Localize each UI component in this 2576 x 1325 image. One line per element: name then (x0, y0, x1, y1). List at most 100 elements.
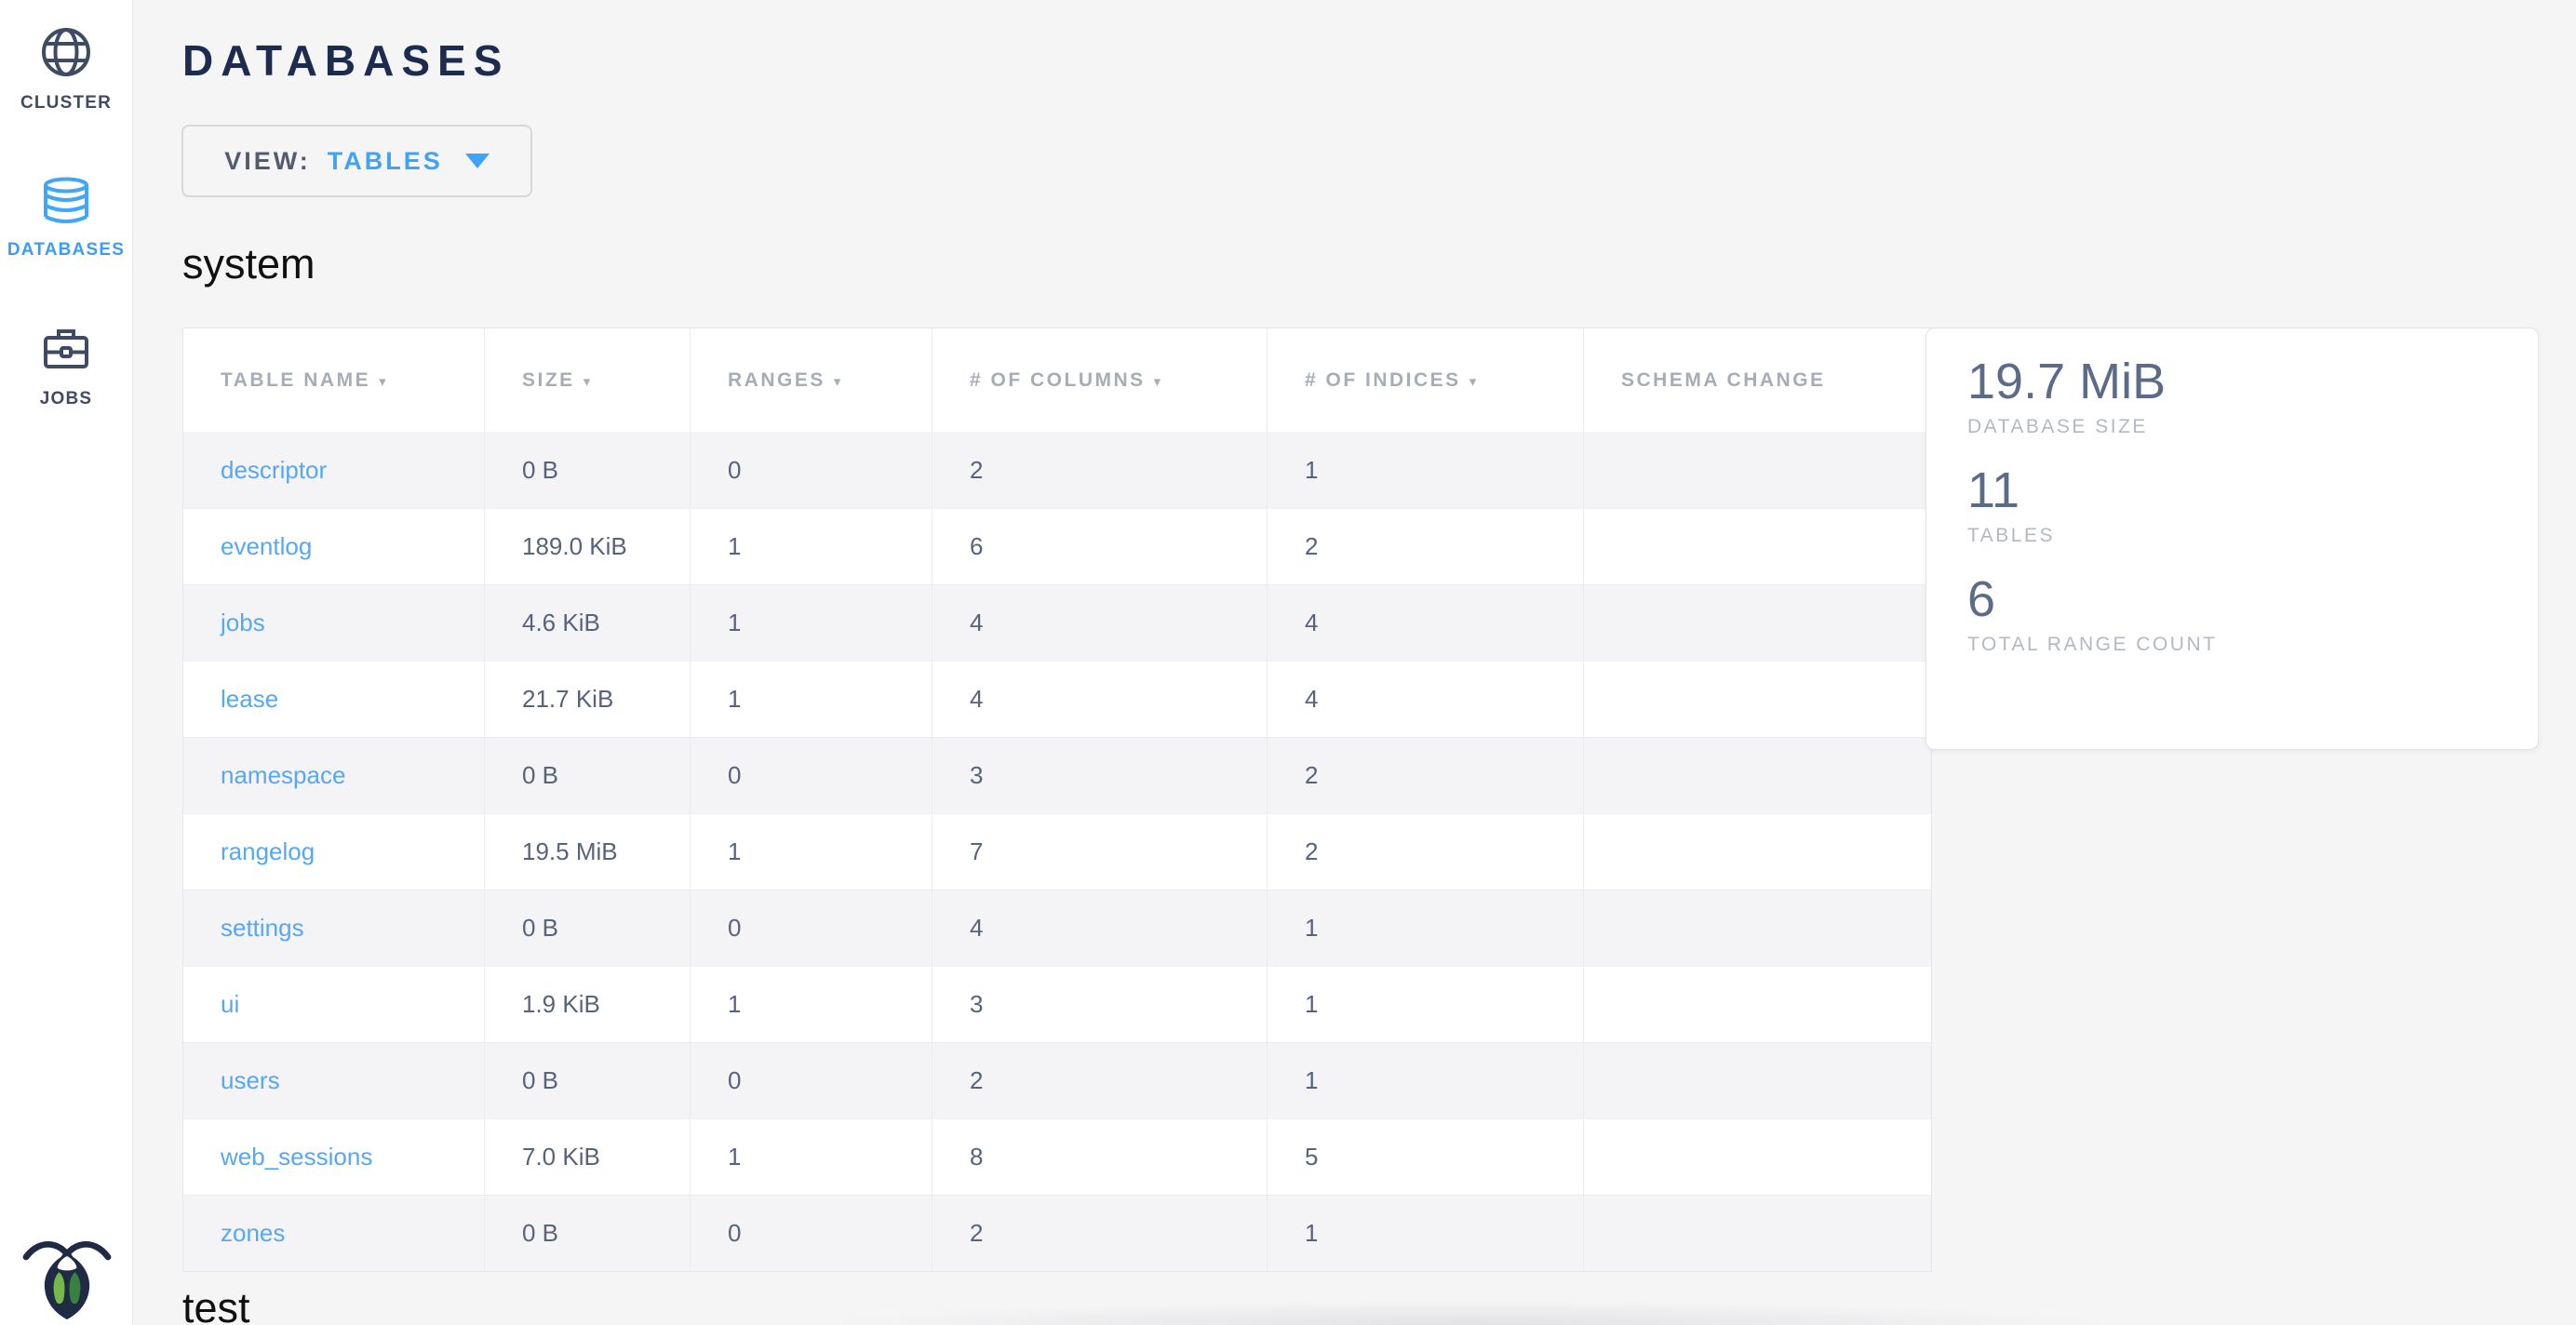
column-header-label: SIZE (522, 369, 575, 391)
column-header-label: # OF INDICES (1305, 369, 1461, 391)
table-name-link[interactable]: rangelog (221, 837, 315, 865)
table-cell-num_columns: 2 (932, 432, 1267, 508)
sidebar: CLUSTER DATABASES (0, 0, 133, 1325)
cockroach-logo[interactable] (22, 1236, 112, 1319)
sidebar-item-label: DATABASES (0, 240, 132, 261)
column-header-label: SCHEMA CHANGE (1621, 369, 1826, 391)
view-selector-button[interactable]: VIEW: TABLES (181, 125, 532, 197)
table-cell-table_name: descriptor (183, 432, 484, 508)
table-cell-schema_change (1583, 813, 1931, 890)
table-row: jobs4.6 KiB144 (183, 584, 1931, 661)
table-cell-size: 19.5 MiB (484, 813, 690, 890)
table-cell-num_indices: 1 (1267, 966, 1583, 1042)
table-cell-num_indices: 4 (1267, 661, 1583, 737)
table-cell-num_columns: 2 (932, 1042, 1267, 1118)
tables-count-value: 11 (1967, 462, 2538, 519)
table-row: rangelog19.5 MiB172 (183, 813, 1931, 890)
sidebar-item-label: CLUSTER (0, 93, 132, 114)
table-cell-num_columns: 4 (932, 661, 1267, 737)
table-cell-num_columns: 3 (932, 737, 1267, 813)
table-name-link[interactable]: web_sessions (221, 1143, 372, 1171)
table-cell-num_columns: 2 (932, 1195, 1267, 1271)
table-cell-num_columns: 4 (932, 584, 1267, 661)
table-row: lease21.7 KiB144 (183, 661, 1931, 737)
column-header-label: # OF COLUMNS (970, 369, 1146, 391)
sort-descending-icon: ▾ (1154, 374, 1163, 390)
table-name-link[interactable]: settings (221, 914, 304, 942)
column-header-ranges[interactable]: RANGES ▾ (690, 328, 932, 432)
table-cell-table_name: eventlog (183, 508, 484, 584)
sort-descending-icon: ▾ (834, 374, 843, 390)
page-title: DATABASES (182, 35, 509, 86)
column-header--of-columns[interactable]: # OF COLUMNS ▾ (932, 328, 1267, 432)
range-count-value: 6 (1967, 570, 2538, 628)
table-row: namespace0 B032 (183, 737, 1931, 813)
table-cell-size: 21.7 KiB (484, 661, 690, 737)
bottom-shadow (772, 1293, 2429, 1325)
table-name-link[interactable]: eventlog (221, 532, 312, 560)
globe-icon (0, 26, 132, 83)
table-cell-size: 0 B (484, 890, 690, 966)
table-cell-num_indices: 1 (1267, 1042, 1583, 1118)
table-cell-table_name: zones (183, 1195, 484, 1271)
table-name-link[interactable]: users (221, 1066, 280, 1094)
table-cell-table_name: rangelog (183, 813, 484, 890)
range-count-stat: 6 TOTAL RANGE COUNT (1967, 570, 2538, 657)
table-cell-num_indices: 1 (1267, 890, 1583, 966)
table-name-link[interactable]: ui (221, 990, 239, 1018)
table-row: users0 B021 (183, 1042, 1931, 1118)
table-cell-num_indices: 2 (1267, 737, 1583, 813)
table-name-link[interactable]: descriptor (221, 456, 327, 484)
table-row: eventlog189.0 KiB162 (183, 508, 1931, 584)
table-cell-ranges: 0 (690, 890, 932, 966)
table-name-link[interactable]: namespace (221, 761, 345, 789)
column-header-size[interactable]: SIZE ▾ (484, 328, 690, 432)
sidebar-item-jobs[interactable]: JOBS (0, 324, 132, 409)
table-cell-schema_change (1583, 890, 1931, 966)
table-cell-schema_change (1583, 966, 1931, 1042)
table-cell-num_columns: 3 (932, 966, 1267, 1042)
table-row: descriptor0 B021 (183, 432, 1931, 508)
column-header-label: RANGES (728, 369, 825, 391)
database-size-stat: 19.7 MiB DATABASE SIZE (1967, 353, 2538, 439)
table-cell-table_name: lease (183, 661, 484, 737)
sidebar-item-databases[interactable]: DATABASES (0, 177, 132, 261)
table-name-link[interactable]: lease (221, 685, 278, 713)
sidebar-item-cluster[interactable]: CLUSTER (0, 26, 132, 114)
table-cell-ranges: 1 (690, 813, 932, 890)
table-cell-ranges: 1 (690, 1118, 932, 1195)
sort-descending-icon: ▾ (379, 374, 388, 390)
table-cell-num_indices: 2 (1267, 813, 1583, 890)
table-cell-ranges: 1 (690, 584, 932, 661)
column-header-table-name[interactable]: TABLE NAME▾ (183, 328, 484, 432)
table-cell-size: 189.0 KiB (484, 508, 690, 584)
table-name-link[interactable]: zones (221, 1219, 285, 1247)
table-name-link[interactable]: jobs (221, 609, 265, 636)
table-row: ui1.9 KiB131 (183, 966, 1931, 1042)
table-cell-size: 7.0 KiB (484, 1118, 690, 1195)
view-selector-label: VIEW: (224, 147, 311, 176)
briefcase-icon (0, 324, 132, 379)
column-header--of-indices[interactable]: # OF INDICES ▾ (1267, 328, 1583, 432)
table-cell-size: 4.6 KiB (484, 584, 690, 661)
table-cell-schema_change (1583, 1042, 1931, 1118)
database-name-heading-test: test (182, 1284, 250, 1325)
table-cell-ranges: 1 (690, 508, 932, 584)
chevron-down-icon (465, 154, 490, 168)
table-cell-ranges: 0 (690, 737, 932, 813)
table-cell-size: 1.9 KiB (484, 966, 690, 1042)
sort-descending-icon: ▾ (584, 374, 593, 390)
range-count-label: TOTAL RANGE COUNT (1967, 633, 2538, 657)
tables-count-label: TABLES (1967, 524, 2538, 548)
column-header-schema-change: SCHEMA CHANGE (1583, 328, 1931, 432)
database-name-heading-system: system (182, 240, 315, 288)
table-cell-size: 0 B (484, 1195, 690, 1271)
table-cell-num_columns: 8 (932, 1118, 1267, 1195)
databases-page: CLUSTER DATABASES (0, 0, 2576, 1325)
sort-descending-icon: ▾ (1469, 374, 1479, 390)
database-size-label: DATABASE SIZE (1967, 415, 2538, 439)
database-summary-card: 19.7 MiB DATABASE SIZE 11 TABLES 6 TOTAL… (1925, 328, 2539, 750)
table-cell-table_name: web_sessions (183, 1118, 484, 1195)
table-cell-num_columns: 4 (932, 890, 1267, 966)
view-selector-value: TABLES (328, 147, 443, 176)
